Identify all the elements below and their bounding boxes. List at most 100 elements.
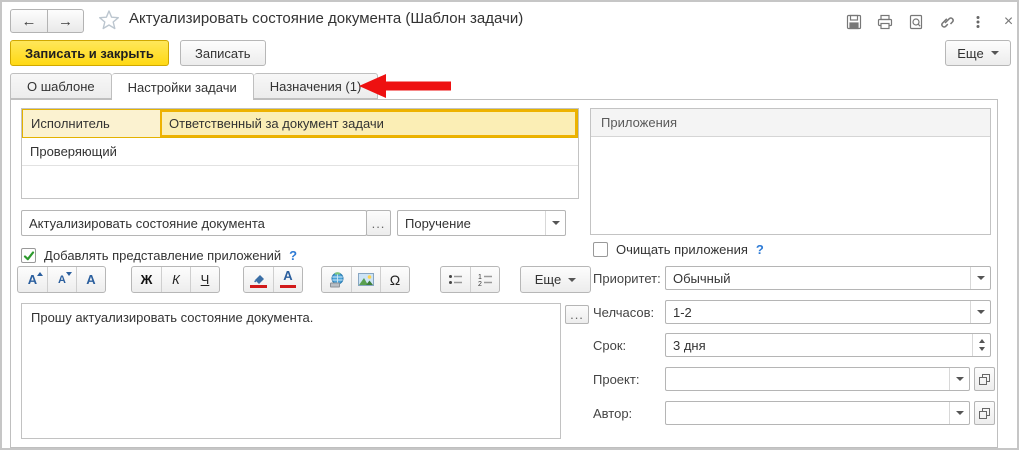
- bulleted-list-icon: [449, 275, 462, 284]
- priority-value: Обычный: [673, 270, 731, 286]
- omega-glyph: Ω: [389, 271, 401, 288]
- open-icon: [979, 407, 990, 419]
- underline-glyph: Ч: [200, 272, 210, 287]
- add-attachments-checkbox[interactable]: [21, 248, 36, 263]
- author-value: [666, 402, 949, 424]
- svg-text:2: 2: [478, 281, 482, 286]
- link-icon[interactable]: [938, 13, 955, 30]
- subject-input[interactable]: Актуализировать состояние документа: [21, 210, 367, 236]
- hyperlink-button[interactable]: [322, 267, 351, 292]
- term-value: 3 дня: [673, 337, 706, 353]
- tab-bar: О шаблоне Настройки задачи Назначения (1…: [10, 73, 379, 100]
- font-decrease-glyph: А: [58, 273, 66, 286]
- font-increase-glyph: А: [27, 272, 38, 287]
- author-select[interactable]: [665, 401, 970, 425]
- role-cell[interactable]: Исполнитель: [23, 110, 160, 137]
- chevron-down-icon[interactable]: [970, 267, 990, 289]
- task-template-window: ← → Актуализировать состояние документа …: [0, 0, 1019, 450]
- tab-content-task-settings: Исполнитель Ответственный за документ за…: [10, 99, 998, 448]
- manhours-select[interactable]: 1-2: [665, 300, 991, 324]
- more-button-top[interactable]: Еще: [945, 40, 1011, 66]
- spin-up-icon[interactable]: [978, 339, 985, 343]
- caret-down-icon: [66, 272, 72, 276]
- project-label: Проект:: [593, 372, 640, 387]
- editor-expand-button[interactable]: ...: [565, 305, 589, 324]
- close-icon[interactable]: ×: [1000, 13, 1017, 30]
- manhours-value: 1-2: [673, 304, 692, 320]
- term-label: Срок:: [593, 338, 627, 353]
- numbered-list-button[interactable]: 1 2: [470, 267, 499, 292]
- save-button[interactable]: Записать: [180, 40, 266, 66]
- more-label: Еще: [957, 45, 984, 61]
- font-color-bar: [280, 285, 296, 288]
- project-select[interactable]: [665, 367, 970, 391]
- image-icon: [358, 273, 374, 286]
- task-type-select[interactable]: Поручение: [397, 210, 566, 236]
- priority-select[interactable]: Обычный: [665, 266, 991, 290]
- bold-button[interactable]: Ж: [132, 267, 161, 292]
- print-icon[interactable]: [876, 13, 893, 30]
- attachments-panel: Приложения: [590, 108, 991, 235]
- attachments-header: Приложения: [591, 109, 990, 137]
- chevron-down-icon: [568, 277, 577, 282]
- back-button[interactable]: ←: [11, 10, 47, 32]
- clear-attachments-checkbox[interactable]: [593, 242, 608, 257]
- add-attachments-label: Добавлять представление приложений: [44, 248, 282, 263]
- help-link[interactable]: ?: [756, 242, 764, 257]
- term-spinbox[interactable]: 3 дня: [665, 333, 991, 357]
- help-link[interactable]: ?: [289, 248, 297, 263]
- italic-button[interactable]: К: [161, 267, 190, 292]
- table-row[interactable]: Проверяющий: [22, 138, 578, 166]
- chevron-down-icon[interactable]: [545, 211, 565, 235]
- save-and-close-button[interactable]: Записать и закрыть: [10, 40, 169, 66]
- font-color-button[interactable]: А: [273, 267, 302, 292]
- kebab-menu-icon[interactable]: [969, 13, 986, 30]
- window-title: Актуализировать состояние документа (Шаб…: [129, 10, 524, 27]
- attachments-empty-list[interactable]: [591, 137, 990, 234]
- italic-glyph: К: [172, 272, 180, 287]
- table-row[interactable]: Исполнитель Ответственный за документ за…: [22, 109, 578, 138]
- more-label: Еще: [534, 272, 562, 287]
- role-value-cell[interactable]: Ответственный за документ задачи: [160, 110, 577, 137]
- numbered-list-icon: 1 2: [478, 274, 492, 286]
- red-annotation-arrow: [359, 73, 451, 102]
- author-label: Автор:: [593, 406, 633, 421]
- project-value: [666, 368, 949, 390]
- editor-more-button[interactable]: Еще: [520, 266, 591, 293]
- role-cell[interactable]: Проверяющий: [30, 144, 117, 159]
- clear-attachments-label: Очищать приложения: [616, 242, 748, 257]
- chevron-down-icon[interactable]: [949, 368, 969, 390]
- priority-label: Приоритет:: [593, 271, 661, 286]
- task-description-editor[interactable]: Прошу актуализировать состояние документ…: [21, 303, 561, 439]
- save-icon[interactable]: [845, 13, 862, 30]
- forward-button[interactable]: →: [47, 10, 83, 32]
- project-open-button[interactable]: [974, 367, 995, 391]
- font-button[interactable]: А: [76, 267, 105, 292]
- term-spinner[interactable]: [972, 334, 990, 356]
- preview-icon[interactable]: [907, 13, 924, 30]
- roles-table: Исполнитель Ответственный за документ за…: [21, 108, 579, 199]
- globe-link-icon: [329, 271, 343, 287]
- bulleted-list-button[interactable]: [441, 267, 470, 292]
- underline-button[interactable]: Ч: [190, 267, 219, 292]
- font-increase-button[interactable]: А: [18, 267, 47, 292]
- insert-symbol-button[interactable]: Ω: [380, 267, 409, 292]
- author-open-button[interactable]: [974, 401, 995, 425]
- chevron-down-icon[interactable]: [970, 301, 990, 323]
- favorite-star-icon[interactable]: [98, 9, 120, 34]
- tab-task-settings[interactable]: Настройки задачи: [111, 73, 254, 100]
- task-type-value: Поручение: [405, 215, 471, 231]
- insert-image-button[interactable]: [351, 267, 380, 292]
- chevron-down-icon[interactable]: [949, 402, 969, 424]
- chevron-down-icon: [990, 51, 999, 55]
- tab-about-template[interactable]: О шаблоне: [10, 73, 112, 99]
- paint-bucket-icon: [253, 275, 264, 284]
- bold-glyph: Ж: [140, 272, 153, 287]
- manhours-label: Челчасов:: [593, 305, 655, 320]
- spin-down-icon[interactable]: [978, 347, 985, 351]
- history-nav: ← →: [10, 9, 84, 33]
- open-icon: [979, 373, 990, 385]
- font-decrease-button[interactable]: А: [47, 267, 76, 292]
- highlight-color-button[interactable]: [244, 267, 273, 292]
- subject-choose-button[interactable]: ...: [366, 210, 391, 236]
